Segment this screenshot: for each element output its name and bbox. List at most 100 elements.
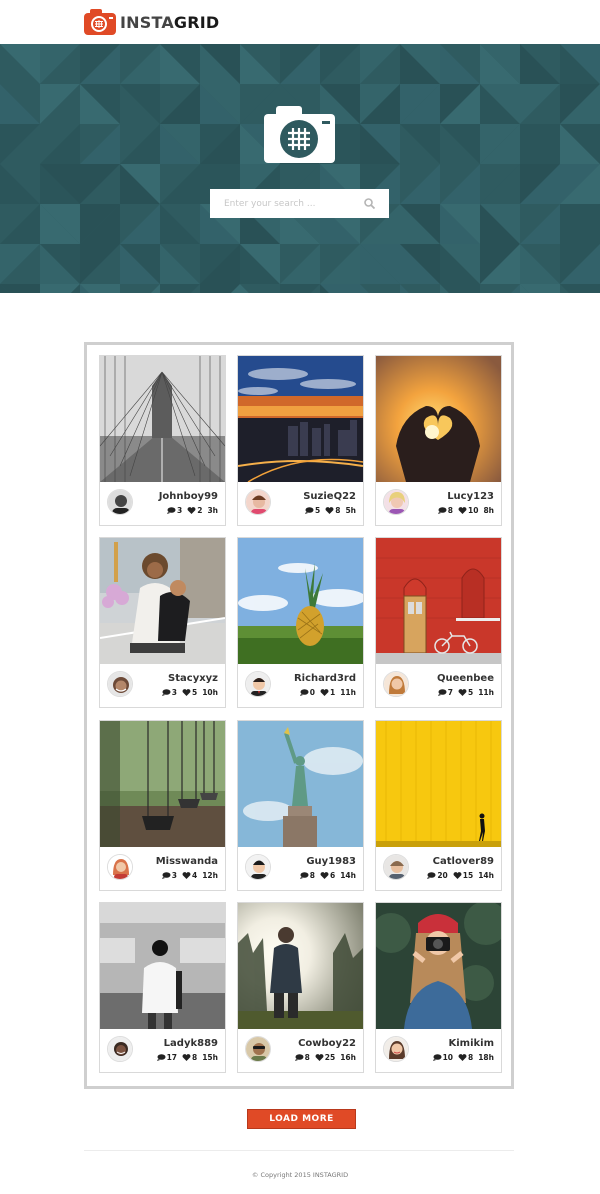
search-input[interactable] [210,189,360,218]
post-time: 14h [340,871,356,880]
top-bar: INSTAGRID [0,0,600,44]
post-time: 16h [340,1053,356,1062]
hero-banner [0,44,600,293]
photo-card[interactable]: Guy1983 8 6 14h [237,720,364,891]
username[interactable]: Catlover89 [433,856,494,867]
heart-icon [182,872,191,879]
username[interactable]: Misswanda [156,856,218,867]
post-time: 11h [340,688,356,697]
post-time: 8h [483,506,494,515]
photo-card[interactable]: Cowboy22 8 25 16h [237,902,364,1073]
search-icon[interactable] [364,198,375,209]
post-stats: 5 8 5h [305,506,356,515]
heart-icon [453,872,462,879]
post-time: 18h [478,1053,494,1062]
photo-card[interactable]: Johnboy99 3 2 3h [99,355,226,526]
camera-grid-icon [264,106,335,163]
comment-count: 17 [166,1053,177,1062]
username[interactable]: Kimikim [448,1038,494,1049]
avatar[interactable] [383,489,409,515]
photo-yellow-wall[interactable] [376,721,501,847]
post-time: 11h [478,688,494,697]
photo-heart-hands[interactable] [376,356,501,482]
post-stats: 3 2 3h [167,506,218,515]
photo-subway[interactable] [100,903,225,1029]
heart-icon [182,689,191,696]
username[interactable]: Ladyk889 [164,1038,218,1049]
heart-icon [458,507,467,514]
comment-icon [161,872,171,879]
comment-count: 3 [171,688,177,697]
post-time: 3h [207,506,218,515]
avatar[interactable] [245,1036,271,1062]
comment-count: 10 [442,1053,453,1062]
username[interactable]: Johnboy99 [159,491,218,502]
photo-card[interactable]: SuzieQ22 5 8 5h [237,355,364,526]
comment-count: 3 [171,871,177,880]
photo-pineapple[interactable] [238,538,363,664]
avatar[interactable] [383,671,409,697]
comment-count: 0 [309,688,315,697]
like-count: 5 [468,688,474,697]
photo-card[interactable]: Richard3rd 0 1 11h [237,537,364,708]
username[interactable]: Stacyxyz [168,673,218,684]
comment-icon [299,689,309,696]
avatar[interactable] [107,671,133,697]
avatar[interactable] [245,489,271,515]
photo-card[interactable]: Lucy123 8 10 8h [375,355,502,526]
logo[interactable]: INSTAGRID [84,9,219,35]
photo-man-sunlight[interactable] [238,903,363,1029]
photo-card[interactable]: Misswanda 3 4 12h [99,720,226,891]
avatar[interactable] [107,854,133,880]
comment-icon [437,689,447,696]
triangle-pattern [0,44,600,293]
username[interactable]: Queenbee [437,673,494,684]
load-more-button[interactable]: LOAD MORE [247,1109,356,1129]
avatar[interactable] [245,854,271,880]
comment-icon [427,872,436,879]
post-stats: 20 15 14h [427,871,494,880]
photo-swings[interactable] [100,721,225,847]
photo-statue-of-liberty[interactable] [238,721,363,847]
comment-count: 7 [447,688,453,697]
photo-card[interactable]: Kimikim 10 8 18h [375,902,502,1073]
avatar[interactable] [383,1036,409,1062]
avatar[interactable] [383,854,409,880]
username[interactable]: Lucy123 [447,491,494,502]
post-stats: 0 1 11h [299,688,356,697]
heart-icon [315,1054,324,1061]
photo-card[interactable]: Ladyk889 17 8 15h [99,902,226,1073]
comment-count: 3 [177,506,183,515]
photo-card[interactable]: Catlover89 20 15 14h [375,720,502,891]
heart-icon [320,689,329,696]
post-stats: 8 6 14h [299,871,356,880]
post-stats: 8 25 16h [294,1053,356,1062]
username[interactable]: Guy1983 [306,856,356,867]
photo-girl-camera[interactable] [376,903,501,1029]
comment-icon [437,507,447,514]
post-time: 12h [202,871,218,880]
photo-mother-child[interactable] [100,538,225,664]
post-time: 10h [202,688,218,697]
post-time: 14h [478,871,494,880]
photo-card[interactable]: Stacyxyz 3 5 10h [99,537,226,708]
photo-bridge[interactable] [100,356,225,482]
comment-icon [299,872,309,879]
like-count: 5 [192,688,198,697]
photo-card[interactable]: Queenbee 7 5 11h [375,537,502,708]
avatar[interactable] [107,1036,133,1062]
comment-icon [305,507,314,514]
post-stats: 17 8 15h [156,1053,218,1062]
post-time: 15h [202,1053,218,1062]
avatar[interactable] [245,671,271,697]
photo-city-sunset[interactable] [238,356,363,482]
username[interactable]: Cowboy22 [298,1038,356,1049]
copyright-text: © Copyright 2015 INSTAGRID [251,1171,349,1179]
comment-count: 20 [437,871,448,880]
username[interactable]: Richard3rd [294,673,356,684]
avatar[interactable] [107,489,133,515]
photo-red-door[interactable] [376,538,501,664]
heart-icon [325,507,334,514]
username[interactable]: SuzieQ22 [303,491,356,502]
footer-divider [84,1150,514,1151]
